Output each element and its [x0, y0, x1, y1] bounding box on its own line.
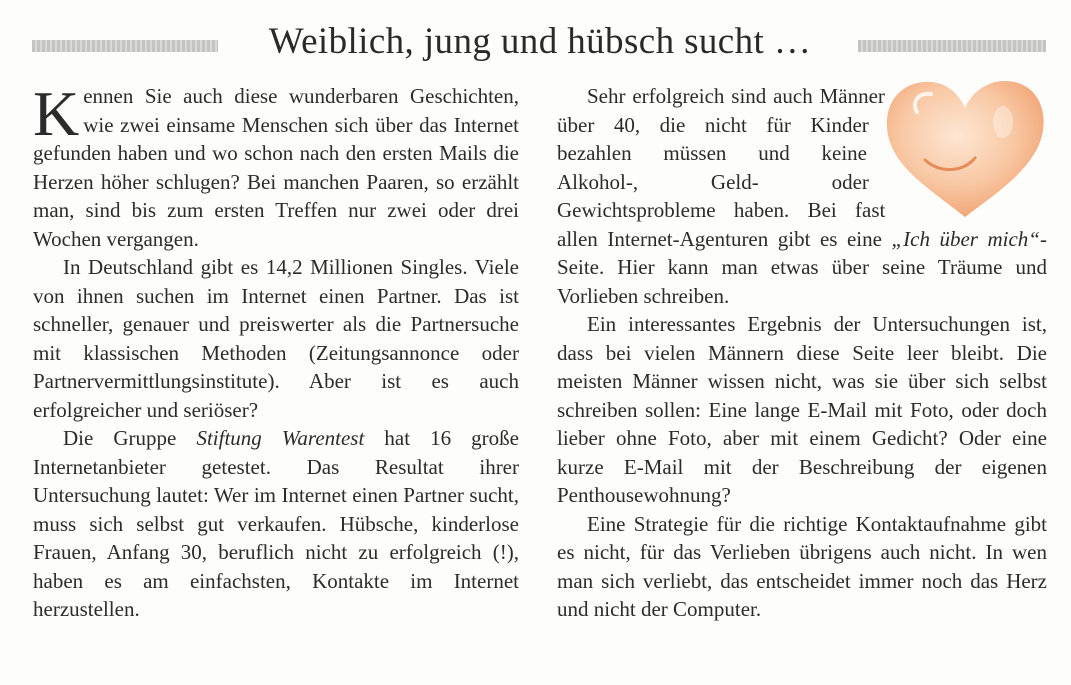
article-page: Weiblich, jung und hübsch sucht … Kennen…	[0, 0, 1071, 685]
article-header: Weiblich, jung und hübsch sucht …	[0, 14, 1071, 74]
heart-illustration-icon	[886, 81, 1044, 217]
left-paragraph-1: Kennen Sie auch diese wunderbaren Geschi…	[33, 82, 519, 253]
left-paragraph-3-text-a: Die Gruppe	[63, 426, 197, 450]
right-column: Sehr erfolgreich sind auch Männer über 4…	[557, 81, 1047, 624]
left-column: Kennen Sie auch diese wunderbaren Geschi…	[33, 82, 519, 624]
left-paragraph-3-text-b: hat 16 große Internetanbieter getestet. …	[33, 426, 519, 621]
ich-ueber-mich-italic: „Ich über mich“	[891, 226, 1040, 251]
left-paragraph-1-text: ennen Sie auch diese wunderbaren Geschic…	[33, 84, 519, 251]
right-paragraph-3: Eine Strategie für die richtige Kontakta…	[557, 511, 1047, 622]
left-paragraph-2: In Deutschland gibt es 14,2 Millionen Si…	[33, 255, 519, 422]
drop-cap: K	[33, 78, 80, 149]
header-rule-left	[32, 40, 218, 52]
left-paragraph-3: Die Gruppe Stiftung Warentest hat 16 gro…	[33, 424, 519, 624]
header-rule-right	[858, 40, 1046, 52]
right-paragraph-2: Ein interessantes Ergebnis der Untersuch…	[557, 312, 1047, 507]
right-paragraph-1-text-a: Sehr erfolgreich sind auch Männer über 4…	[557, 84, 892, 251]
stiftung-warentest-italic: Stiftung Warentest	[196, 426, 365, 450]
article-title: Weiblich, jung und hübsch sucht …	[268, 21, 812, 62]
